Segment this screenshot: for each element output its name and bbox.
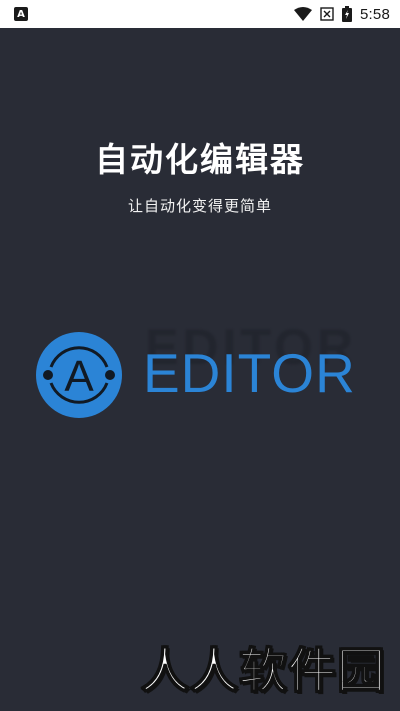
signal-off-icon bbox=[320, 7, 334, 21]
status-icons: 5:58 bbox=[294, 6, 390, 23]
watermark: 人人软件园 bbox=[140, 642, 386, 700]
status-bar: A 5:58 bbox=[0, 0, 400, 28]
battery-charging-icon bbox=[342, 6, 352, 22]
logo-wordmark: EDITOR bbox=[143, 342, 356, 404]
app-a-icon: A bbox=[14, 7, 28, 21]
app-subtitle: 让自动化变得更简单 bbox=[127, 197, 272, 215]
logo-emblem-icon: A bbox=[36, 332, 122, 418]
splash-screen: 自动化编辑器 让自动化变得更简单 EDITOR A EDITOR bbox=[0, 28, 400, 711]
app-title: 自动化编辑器 bbox=[95, 140, 305, 179]
screen: A 5:58 自动化编辑器 让自动化变得更简单 EDITOR A EDITOR … bbox=[0, 0, 400, 711]
logo-emblem-letter: A bbox=[64, 352, 94, 401]
status-time: 5:58 bbox=[360, 5, 390, 23]
wifi-icon bbox=[294, 7, 312, 21]
